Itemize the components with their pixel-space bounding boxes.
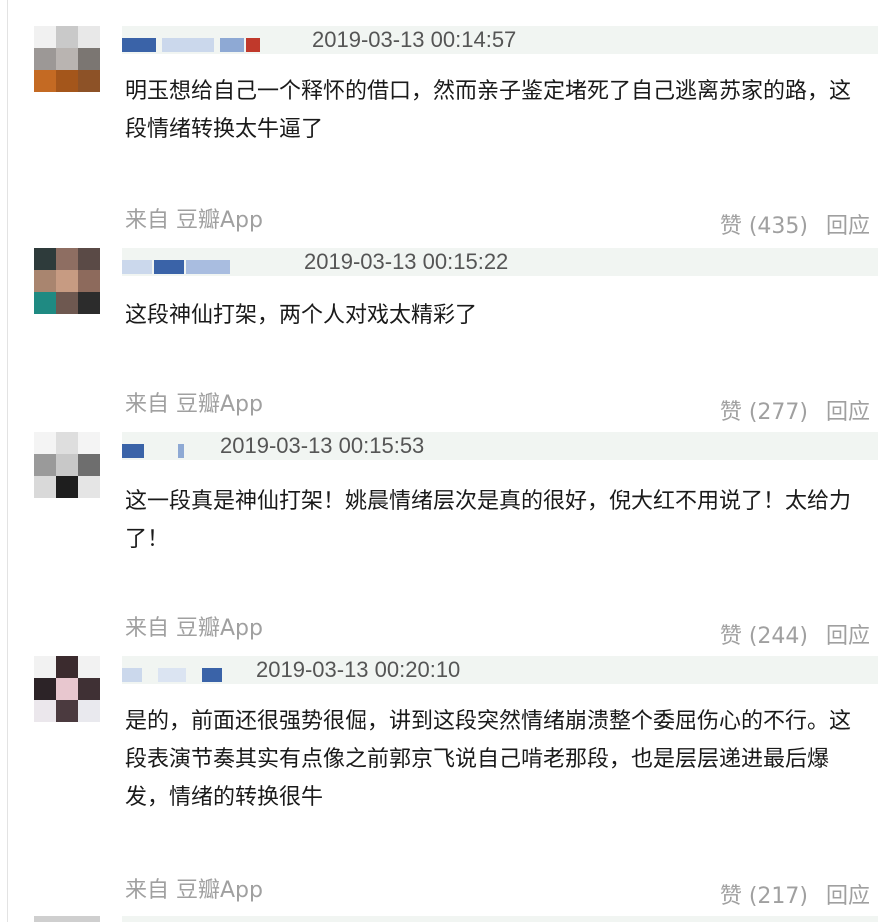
comment-meta-bar: 2019-03-13 00:14:57 <box>122 26 878 54</box>
comment-source: 来自 豆瓣App <box>125 616 263 641</box>
comment-text: 这一段真是神仙打架！姚晨情绪层次是真的很好，倪大红不用说了！太给力了！ <box>125 489 852 552</box>
comment-source: 来自 豆瓣App <box>125 878 263 903</box>
left-border <box>7 0 8 922</box>
avatar[interactable] <box>34 432 100 498</box>
comment-text: 这段神仙打架，两个人对戏太精彩了 <box>125 303 478 328</box>
reply-link[interactable]: 回应 <box>826 208 870 240</box>
comment-meta-bar <box>122 916 878 922</box>
comment-timestamp: 2019-03-13 00:20:10 <box>256 657 461 682</box>
avatar[interactable] <box>34 26 100 92</box>
comment-meta-bar: 2019-03-13 00:20:10 <box>122 656 878 684</box>
reply-link[interactable]: 回应 <box>826 878 870 910</box>
username[interactable] <box>122 668 142 682</box>
reply-link[interactable]: 回应 <box>826 394 870 426</box>
comment-text: 明玉想给自己一个释怀的借口，然而亲子鉴定堵死了自己逃离苏家的路，这段情绪转换太牛… <box>125 79 852 142</box>
like-button[interactable]: 赞 (277) <box>720 394 808 426</box>
comment-meta-bar: 2019-03-13 00:15:53 <box>122 432 878 460</box>
avatar[interactable] <box>34 656 100 722</box>
comment-timestamp: 2019-03-13 00:15:53 <box>220 433 425 458</box>
comment-timestamp: 2019-03-13 00:14:57 <box>312 27 517 52</box>
comment-text: 是的，前面还很强势很倔，讲到这段突然情绪崩溃整个委屈伤心的不行。这段表演节奏其实… <box>125 709 852 810</box>
avatar[interactable] <box>34 916 100 922</box>
username[interactable] <box>122 38 156 52</box>
reply-link[interactable]: 回应 <box>826 618 870 650</box>
comment-meta-bar: 2019-03-13 00:15:22 <box>122 248 878 276</box>
like-button[interactable]: 赞 (435) <box>720 208 808 240</box>
like-button[interactable]: 赞 (217) <box>720 878 808 910</box>
comment-source: 来自 豆瓣App <box>125 208 263 233</box>
username[interactable] <box>122 260 152 274</box>
username[interactable] <box>122 444 144 458</box>
comment-source: 来自 豆瓣App <box>125 392 263 417</box>
comment-timestamp: 2019-03-13 00:15:22 <box>304 249 509 274</box>
like-button[interactable]: 赞 (244) <box>720 618 808 650</box>
avatar[interactable] <box>34 248 100 314</box>
